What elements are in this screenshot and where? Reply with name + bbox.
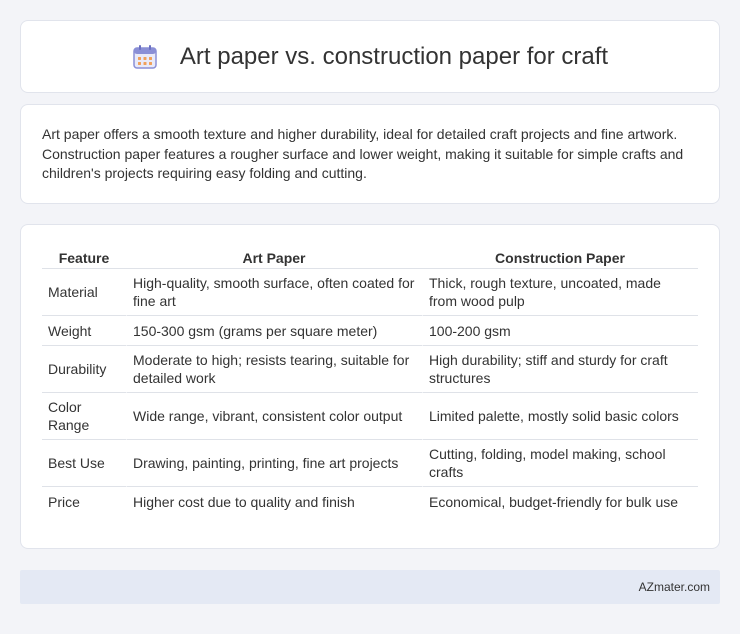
- table-row: Price Higher cost due to quality and fin…: [42, 487, 698, 517]
- comparison-table: Feature Art Paper Construction Paper Mat…: [42, 245, 698, 517]
- table-row: Best Use Drawing, painting, printing, fi…: [42, 440, 698, 487]
- table-row: Material High-quality, smooth surface, o…: [42, 269, 698, 316]
- row-feature: Durability: [42, 346, 126, 393]
- row-art: Higher cost due to quality and finish: [126, 487, 422, 517]
- row-construction: Cutting, folding, model making, school c…: [422, 440, 698, 487]
- row-art: Moderate to high; resists tearing, suita…: [126, 346, 422, 393]
- table-row: Durability Moderate to high; resists tea…: [42, 346, 698, 393]
- table-row: Weight 150-300 gsm (grams per square met…: [42, 316, 698, 346]
- footer-brand: AZmater.com: [638, 580, 710, 594]
- row-art: High-quality, smooth surface, often coat…: [126, 269, 422, 316]
- summary-text: Art paper offers a smooth texture and hi…: [42, 126, 684, 181]
- row-construction: 100-200 gsm: [422, 316, 698, 346]
- calendar-icon: [133, 44, 157, 69]
- header-feature: Feature: [42, 245, 126, 269]
- summary-card: Art paper offers a smooth texture and hi…: [20, 104, 720, 204]
- row-construction: Thick, rough texture, uncoated, made fro…: [422, 269, 698, 316]
- title-card: Art paper vs. construction paper for cra…: [20, 20, 720, 93]
- row-art: 150-300 gsm (grams per square meter): [126, 316, 422, 346]
- row-construction: High durability; stiff and sturdy for cr…: [422, 346, 698, 393]
- row-feature: Weight: [42, 316, 126, 346]
- row-feature: Material: [42, 269, 126, 316]
- row-feature: Price: [48, 494, 80, 510]
- table-header-row: Feature Art Paper Construction Paper: [42, 245, 698, 269]
- header-construction-paper: Construction Paper: [422, 245, 698, 269]
- row-construction: Limited palette, mostly solid basic colo…: [422, 393, 698, 440]
- page-title: Art paper vs. construction paper for cra…: [179, 42, 609, 70]
- footer-bar: AZmater.com: [20, 570, 720, 604]
- row-feature: Color Range: [42, 393, 126, 440]
- row-feature: Best Use: [42, 440, 126, 487]
- table-row: Color Range Wide range, vibrant, consist…: [42, 393, 698, 440]
- comparison-table-card: Feature Art Paper Construction Paper Mat…: [20, 224, 720, 549]
- row-art: Drawing, painting, printing, fine art pr…: [126, 440, 422, 487]
- row-art: Wide range, vibrant, consistent color ou…: [126, 393, 422, 440]
- header-art-paper: Art Paper: [126, 245, 422, 269]
- row-construction: Economical, budget-friendly for bulk use: [422, 487, 698, 517]
